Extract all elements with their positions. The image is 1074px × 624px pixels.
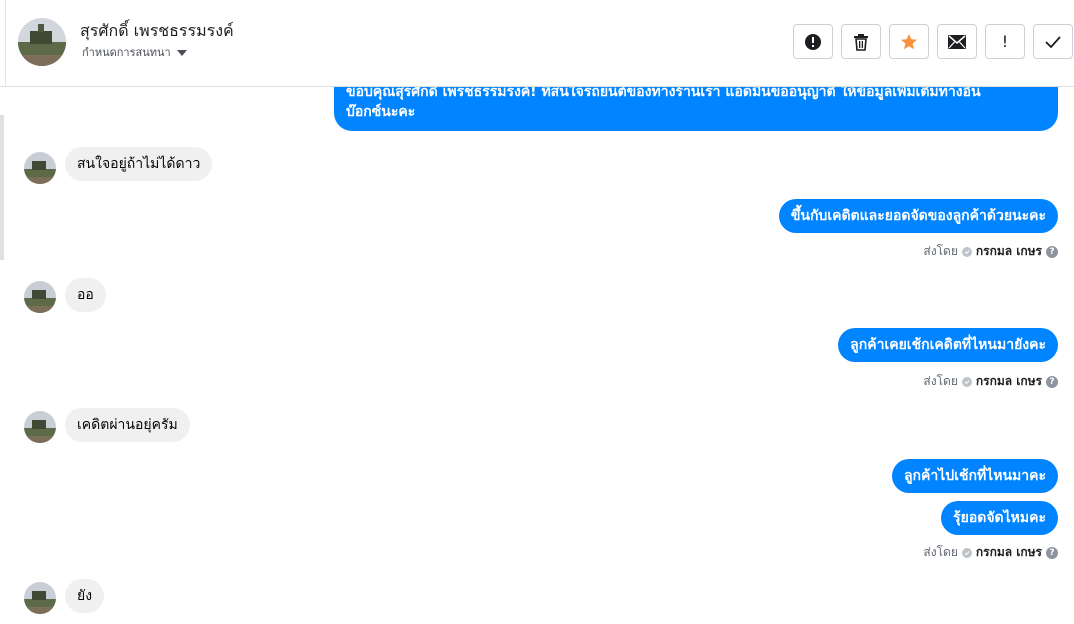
message-text: บ๊อกซ์นะคะ (346, 104, 416, 120)
assign-conversation-dropdown[interactable]: กำหนดการสนทนา (82, 43, 187, 61)
scrollbar[interactable] (0, 115, 4, 260)
contact-avatar (24, 582, 56, 614)
exclamation-icon: ! (1001, 32, 1009, 51)
envelope-icon (948, 34, 966, 49)
mark-unread-button[interactable] (937, 24, 977, 59)
help-icon[interactable]: ? (1046, 245, 1058, 258)
divider (5, 0, 6, 87)
contact-name[interactable]: สุรศักดิ์ เพรชธรรมรงค์ (80, 19, 234, 44)
sent-by-prefix: ส่งโดย (923, 545, 958, 559)
caret-down-icon (176, 49, 187, 56)
check-icon (961, 376, 972, 387)
outgoing-message: ลูกค้าเคยเช้กเคดิตที่ไหนมายังคะ (838, 328, 1058, 362)
help-icon[interactable]: ? (1046, 375, 1058, 388)
sent-by-prefix: ส่งโดย (923, 244, 958, 258)
agent-name[interactable]: กรกมล เกษร (976, 242, 1042, 261)
contact-avatar (24, 281, 56, 313)
sent-by-line: ส่งโดย กรกมล เกษร ? (923, 242, 1058, 261)
mark-done-button[interactable] (1033, 24, 1073, 59)
trash-icon (854, 33, 868, 51)
outgoing-message: ลูกค้าไปเช้กที่ไหนมาคะ (891, 459, 1058, 493)
check-icon (961, 547, 972, 558)
agent-name[interactable]: กรกมล เกษร (976, 372, 1042, 391)
outgoing-message: รุ้ยอดจัดไหมคะ (941, 501, 1058, 535)
star-button[interactable] (889, 24, 929, 59)
incoming-message: เคดิตผ่านอยุ่ครัม (65, 408, 190, 442)
alert-circle-icon (805, 33, 821, 50)
sent-by-line: ส่งโดย กรกมล เกษร ? (923, 372, 1058, 391)
sent-by-line: ส่งโดย กรกมล เกษร ? (923, 543, 1058, 562)
agent-name[interactable]: กรกมล เกษร (976, 543, 1042, 562)
contact-avatar (24, 152, 56, 184)
contact-avatar-large[interactable] (18, 18, 66, 66)
follow-up-button[interactable]: ! (985, 24, 1025, 59)
help-icon[interactable]: ? (1046, 546, 1058, 559)
incoming-message: สนใจอยู่ถ้าไม่ได้ดาว (65, 147, 213, 181)
sent-by-prefix: ส่งโดย (923, 374, 958, 388)
check-icon (1045, 35, 1061, 48)
assign-label: กำหนดการสนทนา (82, 46, 171, 59)
conversation-header: สุรศักดิ์ เพรชธรรมรงค์ กำหนดการสนทนา ! (0, 0, 1074, 87)
conversation-pane: ขอบคุณสุรศักดิ์ เพรชธรรมรงค์! ที่สนใจรถย… (0, 0, 1074, 624)
delete-button[interactable] (841, 24, 881, 59)
conversation-toolbar: ! (793, 24, 1073, 59)
incoming-message: ออ (65, 278, 106, 312)
outgoing-message: ขึ้นกับเคดิตและยอดจัดของลูกค้าด้วยนะคะ (778, 199, 1058, 233)
check-icon (961, 246, 972, 257)
spam-report-button[interactable] (793, 24, 833, 59)
incoming-message: ยัง (65, 579, 105, 613)
star-icon (901, 33, 917, 49)
contact-avatar (24, 411, 56, 443)
